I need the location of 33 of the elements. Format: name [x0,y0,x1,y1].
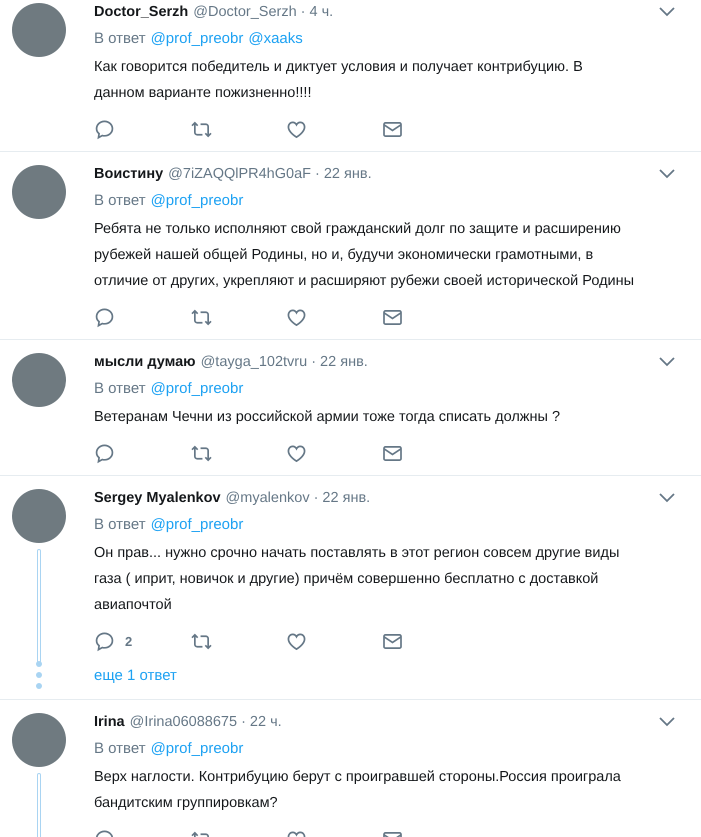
reply-label: В ответ [94,515,146,535]
mention-link[interactable]: @prof_preobr [150,378,244,400]
timestamp[interactable]: · 22 янв. [314,490,370,506]
timestamp[interactable]: · 22 ч. [241,714,282,730]
user-handle[interactable]: @7iZAQQlPR4hG0aF [168,166,312,182]
user-handle[interactable]: @myalenkov [226,490,310,506]
user-handle[interactable]: @Irina06088675 [130,714,238,730]
user-name[interactable]: Irina [94,714,125,730]
user-name[interactable]: мысли думаю [94,354,196,370]
reply-label: В ответ [94,29,146,49]
reply-label: В ответ [94,191,146,211]
mention-link[interactable]: @prof_preobr [150,190,244,212]
tweet-text: Он прав... нужно срочно начать поставлять в этот регион совсем другие виды газа ( иприт, новичок и другие) причём совершенно бесплатно с доставкой авиапочтой [94,544,620,615]
timestamp[interactable]: · 4 ч. [300,4,334,20]
show-more-replies-link[interactable]: еще 1 ответ [94,666,177,684]
tweet-text: Ребята не только исполняют свой гражданский долг по защите и расширению рубежей нашей общей Родины, но и, будучи экономически грамотными, в отличие от других, укрепляют и расширяют рубежи своей исторической Родины [94,220,636,291]
reply-label: В ответ [94,379,146,399]
mention-link[interactable]: @xaaks [248,28,303,50]
reply-count: 2 [125,634,132,648]
user-name[interactable]: Воистину [94,166,164,182]
mention-link[interactable]: @prof_preobr [150,738,244,760]
reply-label: В ответ [94,739,146,759]
mention-link[interactable]: @prof_preobr [150,514,244,536]
user-handle[interactable]: @tayga_102tvru [200,354,308,370]
timestamp[interactable]: · 22 янв. [315,166,372,182]
tweet-text: Как говорится победитель и диктует условия и получает контрибуцию. В данном варианте пожизненно!!!! [94,58,584,103]
tweet-text: Верх наглости. Контрибуцию берут с проигравшей стороны.Россия проиграла бандитским группировкам? [94,768,622,813]
timestamp[interactable]: · 22 янв. [311,354,368,370]
user-name[interactable]: Sergey Myalenkov [94,490,221,506]
user-name[interactable]: Doctor_Serzh [94,4,188,20]
mention-link[interactable]: @prof_preobr [150,28,244,50]
tweet-text: Ветеранам Чечни из российской армии тоже тогда списать должны ? [94,408,562,427]
user-handle[interactable]: @Doctor_Serzh [193,4,297,20]
